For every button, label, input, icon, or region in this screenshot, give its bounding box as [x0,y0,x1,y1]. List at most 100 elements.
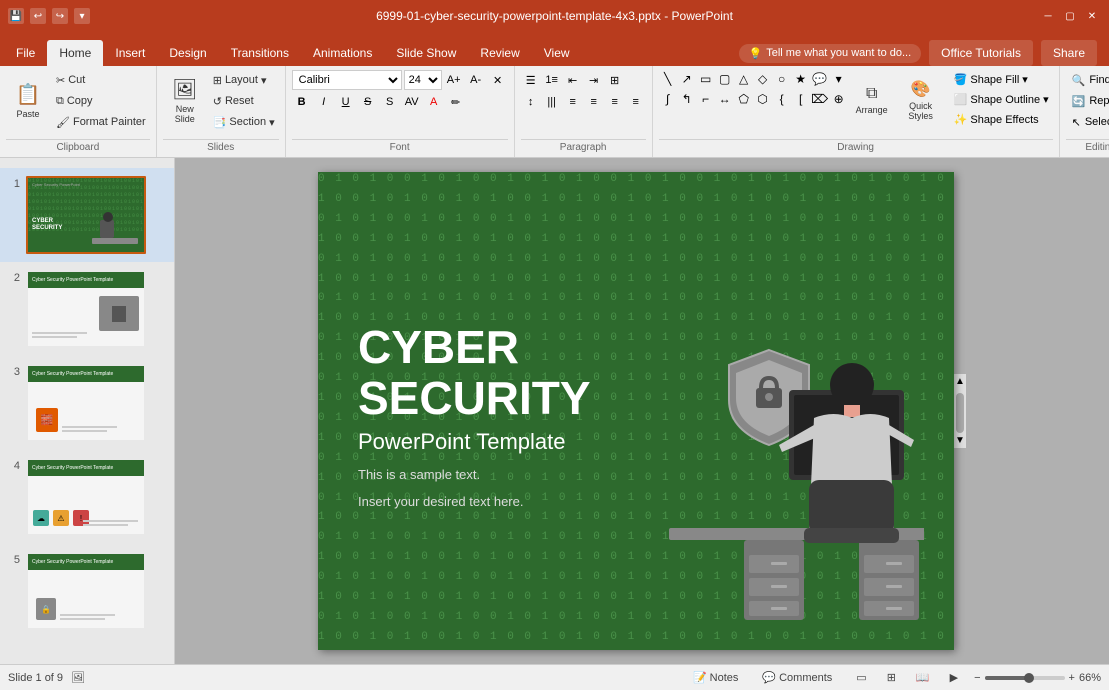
replace-button[interactable]: 🔄 Replace [1066,91,1109,111]
slide-img-3[interactable]: Cyber Security PowerPoint Template 🧱 [26,364,146,442]
slide-img-4[interactable]: Cyber Security PowerPoint Template ☁ ⚠ ! [26,458,146,536]
increase-indent-button[interactable]: ⇥ [584,70,604,90]
zoom-control[interactable]: − + 66% [974,672,1101,684]
slide-thumb-4[interactable]: 4 Cyber Security PowerPoint Template ☁ ⚠… [0,450,174,544]
tab-file[interactable]: File [4,40,47,66]
shape-more[interactable]: ▾ [830,70,848,88]
scroll-down-button[interactable]: ▼ [953,433,967,448]
canvas-area[interactable]: 0 1 0 1 0 0 1 0 1 0 0 1 0 1 0 1 0 0 1 0 … [175,158,1109,664]
slide-thumb-1[interactable]: 1 010100101001010010100101001010 1001010… [0,168,174,262]
tab-insert[interactable]: Insert [103,40,157,66]
shape-brace[interactable]: { [773,90,791,108]
find-button[interactable]: 🔍 Find [1066,70,1109,90]
italic-button[interactable]: I [314,92,334,112]
tab-home[interactable]: Home [47,40,103,66]
notes-button[interactable]: 📝 Notes [685,669,746,686]
highlight-button[interactable]: ✏ [446,92,466,112]
tell-me-box[interactable]: 💡 Tell me what you want to do... [739,44,922,63]
redo-icon[interactable]: ↪ [52,8,68,24]
zoom-track[interactable] [985,676,1065,680]
office-tutorials-button[interactable]: Office Tutorials [929,40,1033,66]
numbering-button[interactable]: 1≡ [542,70,562,90]
font-size-increase-button[interactable]: A+ [444,70,464,90]
shape-custom2[interactable]: ⊕ [830,90,848,108]
reset-button[interactable]: ↺ Reset [209,91,279,111]
scroll-thumb[interactable] [956,393,964,433]
share-button[interactable]: Share [1041,40,1097,66]
paste-button[interactable]: 📋 Paste [6,70,50,130]
shape-curve[interactable]: ∫ [659,90,677,108]
zoom-in-icon[interactable]: + [1069,672,1075,684]
minimize-button[interactable]: ─ [1039,7,1057,25]
slideshow-button[interactable]: ▶ [942,669,966,686]
maximize-button[interactable]: ▢ [1061,7,1079,25]
shape-outline-button[interactable]: ⬜ Shape Outline▾ [950,90,1053,109]
tab-view[interactable]: View [532,40,582,66]
cut-button[interactable]: ✂ Cut [52,70,150,90]
normal-view-button[interactable]: ▭ [848,669,874,686]
shape-rounded-rect[interactable]: ▢ [716,70,734,88]
shape-pentagon[interactable]: ⬠ [735,90,753,108]
tab-design[interactable]: Design [157,40,218,66]
shape-oval[interactable]: ○ [773,70,791,88]
text-shadow-button[interactable]: S [380,92,400,112]
shape-callout[interactable]: 💬 [811,70,829,88]
bold-button[interactable]: B [292,92,312,112]
shape-star[interactable]: ★ [792,70,810,88]
tab-slideshow[interactable]: Slide Show [384,40,468,66]
char-spacing-button[interactable]: AV [402,92,422,112]
slide-canvas[interactable]: 0 1 0 1 0 0 1 0 1 0 0 1 0 1 0 1 0 0 1 0 … [318,172,954,650]
zoom-thumb[interactable] [1024,673,1034,683]
copy-button[interactable]: ⧉ Copy [52,91,150,111]
shape-double-arrow[interactable]: ↔ [716,90,734,108]
font-size-decrease-button[interactable]: A- [466,70,486,90]
col-button[interactable]: ||| [542,92,562,112]
shape-effects-button[interactable]: ✨ Shape Effects [950,110,1053,129]
shape-hexagon[interactable]: ⬡ [754,90,772,108]
scroll-up-button[interactable]: ▲ [953,374,967,389]
font-size-select[interactable]: 24 [404,70,442,90]
shape-bend[interactable]: ↰ [678,90,696,108]
format-painter-button[interactable]: 🖌 Format Painter [52,112,150,132]
section-button[interactable]: 📑 Section▾ [209,112,279,132]
shape-custom1[interactable]: ⌦ [811,90,829,108]
shape-arrow[interactable]: ↗ [678,70,696,88]
shape-diamond[interactable]: ◇ [754,70,772,88]
align-center-button[interactable]: ≡ [584,92,604,112]
slide-thumb-3[interactable]: 3 Cyber Security PowerPoint Template 🧱 [0,356,174,450]
shape-fill-button[interactable]: 🪣 Shape Fill▾ [950,70,1053,89]
align-right-button[interactable]: ≡ [605,92,625,112]
quick-styles-button[interactable]: 🎨 Quick Styles [896,70,946,130]
select-button[interactable]: ↖ Select▾ [1066,112,1109,132]
shape-line[interactable]: ╲ [659,70,677,88]
slide-thumb-5[interactable]: 5 Cyber Security PowerPoint Template 🔒 [0,544,174,638]
smartart-button[interactable]: ⊞ [605,70,625,90]
slide-img-2[interactable]: Cyber Security PowerPoint Template [26,270,146,348]
strikethrough-button[interactable]: S [358,92,378,112]
customize-icon[interactable]: ▾ [74,8,90,24]
shape-bracket[interactable]: [ [792,90,810,108]
reading-view-button[interactable]: 📖 [908,669,938,686]
tab-animations[interactable]: Animations [301,40,384,66]
slide-thumb-2[interactable]: 2 Cyber Security PowerPoint Template [0,262,174,356]
bullets-button[interactable]: ☰ [521,70,541,90]
decrease-indent-button[interactable]: ⇤ [563,70,583,90]
align-left-button[interactable]: ≡ [563,92,583,112]
shape-connector[interactable]: ⌐ [697,90,715,108]
shape-triangle[interactable]: △ [735,70,753,88]
clear-format-button[interactable]: ✕ [488,70,508,90]
justify-button[interactable]: ≡ [626,92,646,112]
canvas-scrollbar[interactable]: ▲ ▼ [954,374,966,448]
arrange-button[interactable]: ⧉ Arrange [852,70,892,130]
slide-img-5[interactable]: Cyber Security PowerPoint Template 🔒 [26,552,146,630]
slide-img-1[interactable]: 010100101001010010100101001010 100101001… [26,176,146,254]
shape-rect[interactable]: ▭ [697,70,715,88]
layout-button[interactable]: ⊞ Layout▾ [209,70,279,90]
tab-review[interactable]: Review [468,40,531,66]
zoom-out-icon[interactable]: − [974,672,980,684]
undo-icon[interactable]: ↩ [30,8,46,24]
font-family-select[interactable]: Calibri [292,70,402,90]
new-slide-button[interactable]: 🖼 New Slide [163,70,207,130]
tab-transitions[interactable]: Transitions [219,40,301,66]
font-color-button[interactable]: A [424,92,444,112]
